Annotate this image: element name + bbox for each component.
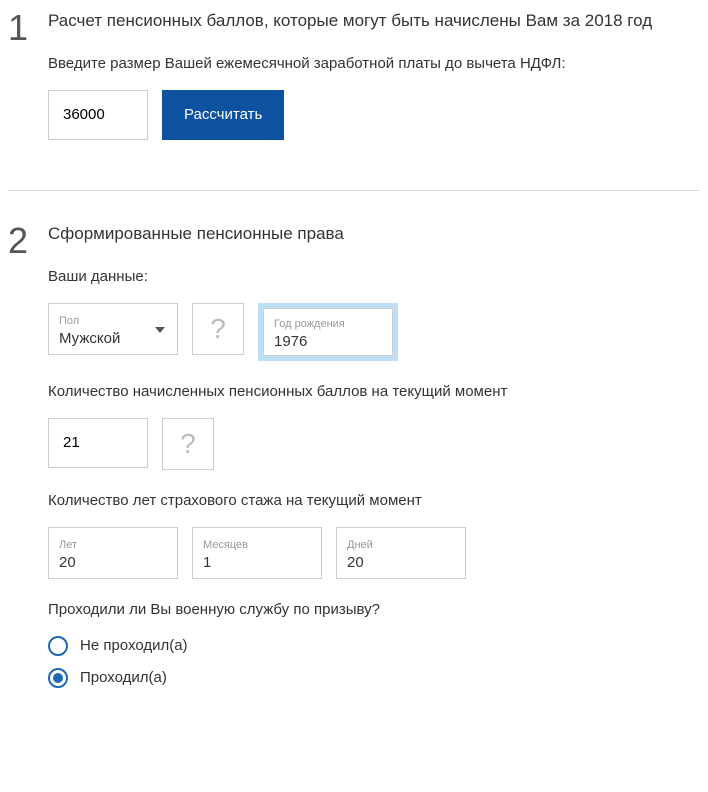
years-input[interactable]: [59, 554, 167, 571]
stazh-row: Лет Месяцев Дней: [48, 527, 700, 579]
step2-body: Сформированные пенсионные права Ваши дан…: [48, 223, 700, 700]
birth-year-label: Год рождения: [274, 319, 382, 330]
days-field[interactable]: Дней: [336, 527, 466, 579]
step-number-1: 1: [8, 10, 48, 46]
points-label: Количество начисленных пенсионных баллов…: [48, 383, 700, 400]
years-label: Лет: [59, 540, 167, 551]
section-1: 1 Расчет пенсионных баллов, которые могу…: [8, 10, 700, 162]
calculate-button[interactable]: Рассчитать: [162, 90, 284, 140]
months-label: Месяцев: [203, 540, 311, 551]
gender-select[interactable]: Мужской: [59, 330, 167, 347]
gender-label: Пол: [59, 316, 167, 327]
birth-year-highlight: Год рождения: [258, 303, 398, 361]
military-option-yes-label: Проходил(а): [80, 669, 167, 686]
gender-field[interactable]: Пол Мужской: [48, 303, 178, 355]
months-field[interactable]: Месяцев: [192, 527, 322, 579]
help-icon[interactable]: ?: [162, 418, 214, 470]
military-option-no[interactable]: Не проходил(а): [48, 636, 700, 656]
section-2: 2 Сформированные пенсионные права Ваши д…: [8, 223, 700, 700]
military-question: Проходили ли Вы военную службу по призыв…: [48, 601, 700, 618]
your-data-label: Ваши данные:: [48, 268, 700, 285]
stazh-label: Количество лет страхового стажа на текущ…: [48, 492, 700, 509]
points-row: ?: [48, 418, 700, 470]
radio-icon: [48, 636, 68, 656]
military-radio-group: Не проходил(а) Проходил(а): [48, 636, 700, 688]
years-field[interactable]: Лет: [48, 527, 178, 579]
days-input[interactable]: [347, 554, 455, 571]
military-option-no-label: Не проходил(а): [80, 637, 188, 654]
radio-icon: [48, 668, 68, 688]
salary-input[interactable]: [48, 90, 148, 140]
personal-data-row: Пол Мужской ? Год рождения: [48, 303, 700, 361]
section-divider: [8, 190, 700, 191]
step1-body: Расчет пенсионных баллов, которые могут …: [48, 10, 700, 162]
salary-row: Рассчитать: [48, 90, 700, 140]
days-label: Дней: [347, 540, 455, 551]
military-option-yes[interactable]: Проходил(а): [48, 668, 700, 688]
step2-title: Сформированные пенсионные права: [48, 223, 700, 246]
step1-title: Расчет пенсионных баллов, которые могут …: [48, 10, 700, 33]
step1-prompt: Введите размер Вашей ежемесячной заработ…: [48, 55, 700, 72]
step-number-2: 2: [8, 223, 48, 259]
birth-year-field[interactable]: Год рождения: [263, 308, 393, 356]
points-input[interactable]: [48, 418, 148, 468]
months-input[interactable]: [203, 554, 311, 571]
birth-year-input[interactable]: [274, 333, 382, 350]
help-icon[interactable]: ?: [192, 303, 244, 355]
